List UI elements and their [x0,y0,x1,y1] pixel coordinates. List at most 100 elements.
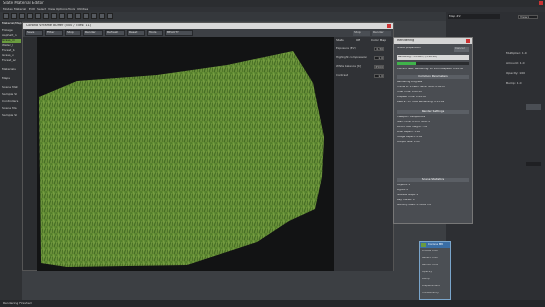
menu-item-edit[interactable]: Edit [29,8,35,11]
start-render-button[interactable]: Render [372,31,391,36]
stat-line: Viewport: Perspective [397,116,426,118]
param-field[interactable]: Multiplier: 1.0 [506,52,527,55]
node-slot[interactable]: Refract color [422,264,448,268]
node-header[interactable]: Corona Mtl [420,242,450,248]
browser-group[interactable]: Scene Mat [2,86,21,90]
menu-item-view[interactable]: View [48,8,55,11]
section-header: Scene Statistics [397,178,469,182]
control-value[interactable]: 6500 [374,65,384,69]
browser-group[interactable]: Scene Ma [2,107,21,111]
param-dropdown[interactable] [526,162,541,166]
layout-icon[interactable] [59,13,65,19]
render-button[interactable]: Render [83,30,103,36]
browser-item[interactable]: Asphalt_n [2,34,21,38]
assign-material-icon[interactable] [19,13,25,19]
param-button[interactable] [526,104,541,110]
browser-item-selected[interactable]: Grass_m [2,39,21,43]
close-icon[interactable] [466,39,470,43]
tab-stats[interactable]: Stats [336,39,344,42]
grass-render-image [39,51,324,267]
show-background-icon[interactable] [51,13,57,19]
map-name: Map #2 [449,15,461,18]
browser-group[interactable]: Sample Sl [2,114,21,118]
progress-bar [397,62,469,65]
delete-icon[interactable] [27,13,33,19]
select-icon[interactable] [3,13,9,19]
layout-children-icon[interactable] [67,13,73,19]
control-label: Highlight compression [336,56,368,59]
filter-button[interactable]: Filter [45,30,63,36]
tab-color-map[interactable]: Color Map [371,39,386,42]
close-icon[interactable] [387,24,391,28]
browser-item[interactable]: Foliage [2,29,21,33]
hide-unused-icon[interactable] [83,13,89,19]
move-children-icon[interactable] [35,13,41,19]
view-select-value: View1 [520,16,530,19]
window-titlebar: Slate Material Editor [0,0,545,7]
node-slot[interactable]: Reflect color [422,257,448,261]
pick-material-icon[interactable] [11,13,17,19]
progress-fill [397,62,417,65]
stat-line: Pass #: 11 Time Remaining: 0:15:09 [397,101,445,103]
status-text: Rendering Finished [3,302,32,305]
stat-line: Memory Used: P:356M V:0 [397,204,432,206]
render-view[interactable] [37,37,334,271]
cancel-button[interactable]: Cancel [454,47,469,52]
reset-button[interactable]: Reset [127,30,145,36]
pan-icon[interactable] [107,13,113,19]
stop-render-button[interactable]: Stop [353,31,370,36]
param-field[interactable]: Amount: 1.0 [506,62,525,65]
param-field[interactable]: Opacity: 100 [506,72,525,75]
browser-item[interactable]: Forest_b [2,49,21,53]
app-title: Slate Material Editor [3,1,44,5]
stop-button[interactable]: Stop [65,30,81,36]
view-select[interactable]: View1 [518,15,538,19]
browser-group[interactable]: Maps [2,77,21,81]
browser-group[interactable]: Materials [2,68,21,72]
tools-button[interactable]: Tools [147,30,163,36]
stat-line: Image Aspect: 0.80 [397,136,423,138]
menu-item-utilities[interactable]: Utilities [77,8,88,11]
save-button[interactable]: Save [25,30,43,36]
browser-group[interactable]: Controllers [2,100,21,104]
refresh-button[interactable]: Refresh [105,30,125,36]
control-value[interactable]: 1.0 [374,74,384,78]
material-node[interactable]: Corona Mtl Diffuse color Reflect color R… [419,241,451,300]
control-row: Exposure (EV) 0.30 [336,47,392,52]
menu-item-select[interactable]: Select [37,8,46,11]
browser-group[interactable]: Sample Sl [2,93,21,97]
browser-item[interactable]: Water_l [2,44,21,48]
zoom-icon[interactable] [99,13,105,19]
control-value[interactable]: 0.30 [374,47,384,51]
control-label: White balance [K] [336,65,361,68]
stat-line: Lights: 0 [397,189,409,191]
control-label: Exposure (EV) [336,47,356,50]
show-map-icon[interactable] [43,13,49,19]
material-preview-icon [421,243,426,247]
menu-item-tools[interactable]: Tools [68,8,75,11]
node-slot[interactable]: Translucency [422,292,448,296]
close-icon[interactable] [539,1,543,5]
control-value[interactable]: 1.0 [374,56,384,60]
stat-line: Frame #: 0 Last Frame Time: 0:00:07 [397,86,446,88]
material-id-icon[interactable] [75,13,81,19]
tab-off[interactable]: Off [356,39,360,42]
frame-buffer-window: Corona VFrame Buffer (500 / Tiles: 11) S… [22,22,394,271]
nav-icon[interactable] [91,13,97,19]
rendering-dialog-title: Rendering [397,39,415,42]
stat-line: Objects: 4 [397,184,411,186]
node-slot[interactable]: Diffuse color [422,250,448,254]
map-name-field[interactable]: Map #2 [448,14,500,19]
menu-item-material[interactable]: Material [14,8,26,11]
progress-text: Rendering - 1h:40m / (1:00:00) [398,56,437,58]
browser-item[interactable]: Grass_v [2,54,21,58]
menu-item-options[interactable]: Options [56,8,68,11]
node-slot[interactable]: Displacement [422,285,448,289]
browser-item[interactable]: Forest_ac [2,59,21,63]
node-slot[interactable]: Opacity [422,271,448,275]
menu-item-modes[interactable]: Modes [3,8,13,11]
param-field[interactable]: Bump: 1.0 [506,82,522,85]
rendering-dialog-titlebar: Rendering [394,38,472,44]
node-slot[interactable]: Bump [422,278,448,282]
render-element-select[interactable]: BEAUTY [165,30,193,36]
